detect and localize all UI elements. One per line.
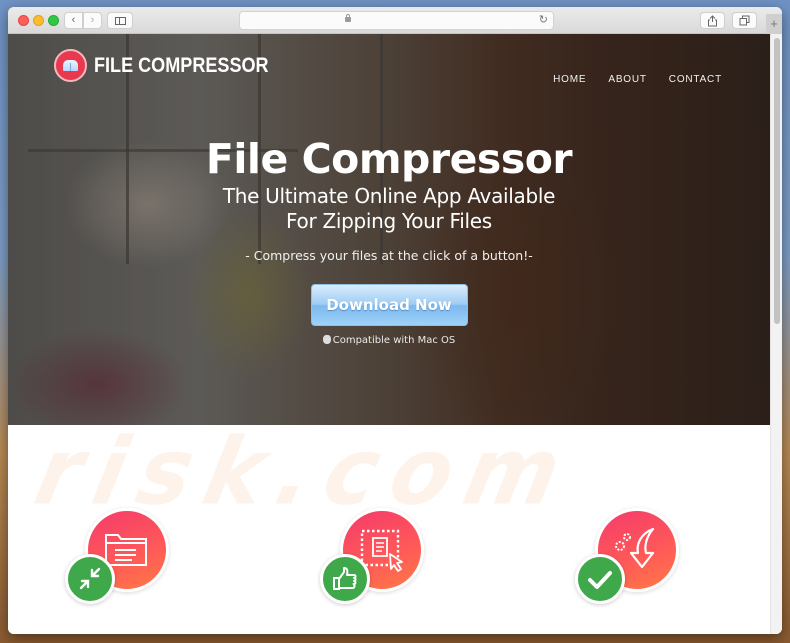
hero-subtitle-line1: The Ultimate Online App Available — [222, 184, 556, 208]
sidebar-toggle-button[interactable] — [107, 12, 133, 29]
chevron-right-icon: › — [90, 14, 95, 26]
hero-content: File Compressor The Ultimate Online App … — [8, 134, 770, 346]
thumbs-up-icon — [333, 567, 357, 590]
nav-about-link[interactable]: ABOUT — [608, 74, 646, 85]
feature-easy — [320, 508, 430, 608]
share-icon — [708, 15, 717, 27]
site-navbar: FILE COMPRESSOR HOME ABOUT CONTACT — [8, 34, 770, 114]
back-button[interactable]: ‹ — [64, 12, 83, 29]
nav-menu: HOME ABOUT CONTACT — [553, 74, 722, 85]
lock-icon — [345, 14, 351, 22]
forward-button[interactable]: › — [83, 12, 102, 29]
checkmark-icon — [588, 571, 612, 589]
close-window-button[interactable] — [18, 15, 29, 26]
feature-compress — [65, 508, 175, 608]
watermark: risk.com — [26, 417, 584, 526]
hero-title: File Compressor — [205, 135, 573, 183]
page-viewport: FILE COMPRESSOR HOME ABOUT CONTACT File … — [8, 34, 770, 634]
nav-home-link[interactable]: HOME — [553, 74, 586, 85]
download-now-button[interactable]: Download Now — [310, 284, 468, 326]
browser-toolbar: ‹ › ↻ + — [8, 7, 782, 34]
feature-download — [575, 508, 685, 608]
logo-icon — [54, 49, 87, 82]
feature-badge-circle — [65, 554, 115, 604]
vertical-scrollbar[interactable] — [770, 34, 782, 634]
chevron-left-icon: ‹ — [71, 14, 76, 26]
minimize-window-button[interactable] — [33, 15, 44, 26]
scrollbar-thumb[interactable] — [774, 38, 780, 324]
hero-subtitle-line2: For Zipping Your Files — [286, 209, 492, 233]
compatibility-text: Compatible with Mac OS — [332, 335, 456, 346]
show-tabs-button[interactable] — [732, 12, 757, 29]
share-button[interactable] — [700, 12, 725, 29]
compress-arrows-icon — [79, 567, 101, 590]
reload-icon[interactable]: ↻ — [539, 13, 548, 26]
hero-section: FILE COMPRESSOR HOME ABOUT CONTACT File … — [8, 34, 770, 425]
feature-badge-circle — [575, 554, 625, 604]
hero-tagline: - Compress your files at the click of a … — [245, 248, 533, 263]
apple-icon — [322, 335, 331, 344]
compatibility-note: Compatible with Mac OS — [8, 335, 770, 346]
tabs-icon — [739, 15, 750, 26]
site-logo[interactable]: FILE COMPRESSOR — [54, 49, 297, 82]
sidebar-icon — [114, 17, 126, 25]
zoom-window-button[interactable] — [48, 15, 59, 26]
address-bar[interactable]: ↻ — [239, 11, 554, 30]
browser-window: ‹ › ↻ + FILE COMPRESSOR HOME ABOUT CONTA… — [8, 7, 782, 634]
logo-text: FILE COMPRESSOR — [94, 53, 269, 77]
new-tab-button[interactable]: + — [766, 14, 782, 34]
nav-contact-link[interactable]: CONTACT — [669, 74, 722, 85]
feature-badge-circle — [320, 554, 370, 604]
